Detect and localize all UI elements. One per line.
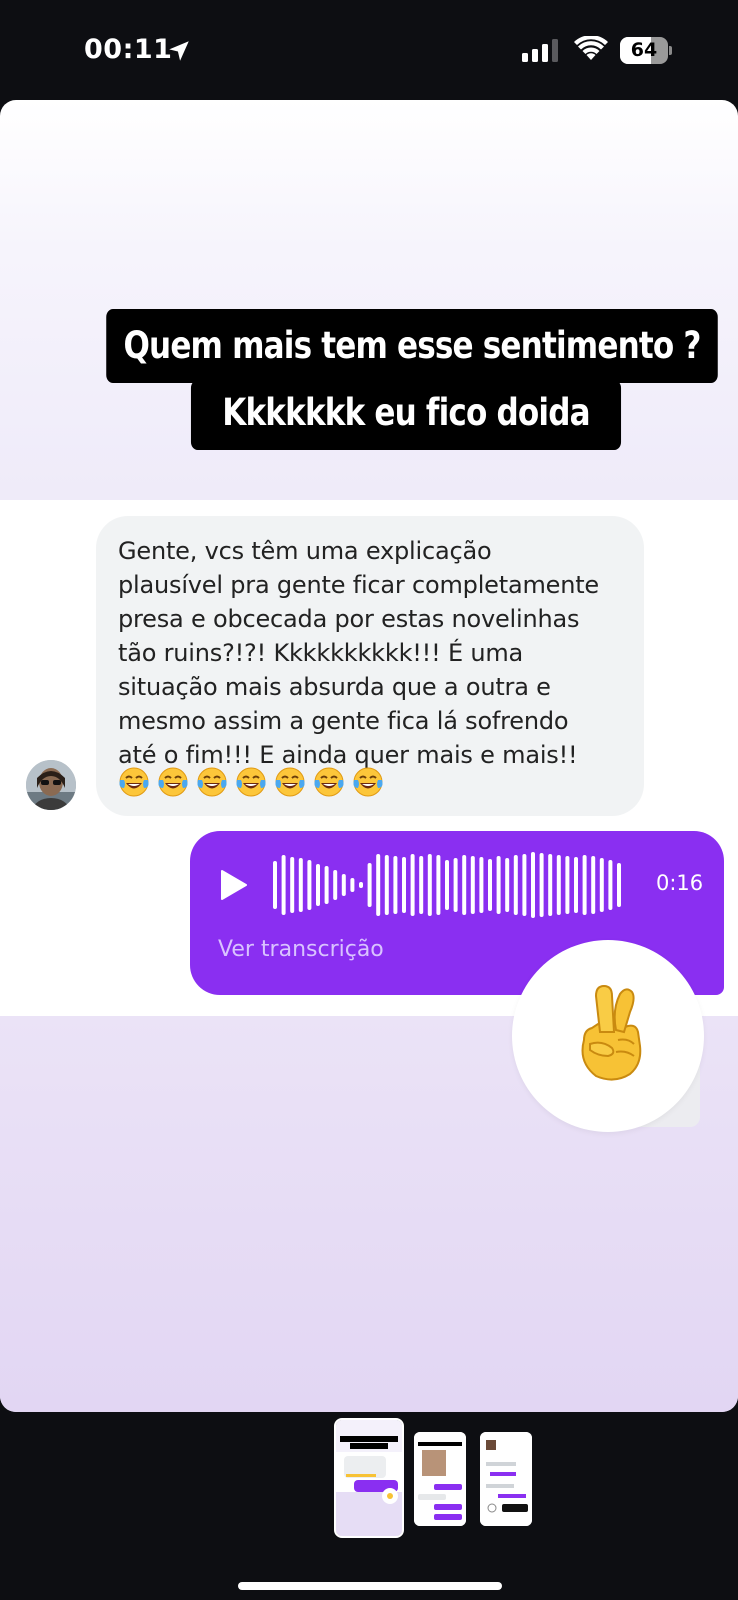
waveform-bar <box>445 860 449 910</box>
story-caption-line-2: Kkkkkkk eu fico doida <box>190 380 622 450</box>
waveform-bar <box>488 859 492 911</box>
waveform-bar <box>513 855 518 915</box>
waveform-bar <box>582 855 587 915</box>
waveform-bar <box>574 857 578 913</box>
laughing-tears-icon <box>314 767 344 797</box>
reaction-badge[interactable] <box>512 940 704 1132</box>
waveform-bar <box>359 882 363 888</box>
incoming-message-bubble[interactable]: Gente, vcs têm uma explicação plausível … <box>96 516 644 816</box>
waveform-bar <box>316 864 320 906</box>
waveform-bar <box>470 856 475 914</box>
laughing-tears-icon <box>158 767 188 797</box>
story-thumbnail-2[interactable] <box>414 1432 466 1526</box>
waveform-bar <box>410 854 415 916</box>
waveform-bar <box>505 858 510 912</box>
waveform-bar <box>462 855 467 915</box>
laughing-tears-icon <box>353 767 383 797</box>
waveform-bar <box>367 863 372 907</box>
waveform-bar <box>281 855 286 915</box>
waveform-bar <box>608 860 613 910</box>
story-caption-line-1: Quem mais tem esse sentimento ? <box>106 309 718 383</box>
story-thumbnail-1[interactable] <box>334 1418 404 1538</box>
laughing-tears-icon <box>275 767 305 797</box>
waveform-bar <box>402 857 406 913</box>
waveform-bar <box>479 857 484 913</box>
wifi-icon <box>574 36 608 60</box>
home-indicator[interactable] <box>238 1582 502 1590</box>
waveform-bar <box>496 856 501 914</box>
laughing-tears-icon <box>236 767 266 797</box>
battery-level: 64 <box>630 39 658 61</box>
waveform-bar <box>565 856 570 914</box>
waveform-bar <box>376 854 381 916</box>
waveform-bar <box>419 856 424 914</box>
waveform-bar <box>599 858 604 912</box>
waveform-bar <box>548 854 553 916</box>
waveform-bar <box>290 857 295 913</box>
waveform-bar <box>436 855 441 915</box>
waveform-bar <box>384 855 389 915</box>
view-transcript-link[interactable]: Ver transcrição <box>218 937 384 962</box>
waveform-bar <box>350 878 355 892</box>
waveform-bar <box>591 856 596 914</box>
waveform-bar <box>427 854 432 916</box>
location-arrow-icon <box>169 41 189 61</box>
battery-icon: 64 <box>620 37 672 64</box>
voice-duration: 0:16 <box>656 871 704 895</box>
story-thumbnail-3[interactable] <box>480 1432 532 1526</box>
waveform-bar <box>341 874 346 896</box>
emoji-row <box>118 766 384 800</box>
story-tray <box>0 1412 738 1600</box>
laughing-tears-icon <box>119 767 149 797</box>
crossed-fingers-icon <box>581 984 642 1081</box>
incoming-message-text: Gente, vcs têm uma explicação plausível … <box>118 537 600 769</box>
waveform-bar <box>393 856 398 914</box>
waveform-bar <box>324 866 329 904</box>
audio-waveform[interactable] <box>272 849 630 921</box>
play-icon[interactable] <box>220 869 248 901</box>
status-bar: 00:11 64 <box>0 0 738 100</box>
waveform-bar <box>539 853 544 917</box>
laughing-tears-icon <box>197 767 227 797</box>
waveform-bar <box>333 870 338 900</box>
waveform-bar <box>453 858 458 912</box>
waveform-bar <box>298 858 303 912</box>
status-time: 00:11 <box>84 34 173 65</box>
waveform-bar <box>307 860 312 910</box>
story-card[interactable]: Quem mais tem esse sentimento ? Kkkkkkk … <box>0 100 738 1412</box>
waveform-bar <box>617 863 621 907</box>
waveform-bar <box>556 855 561 915</box>
waveform-bar <box>531 852 535 918</box>
sender-avatar <box>26 760 76 810</box>
waveform-bar <box>273 861 277 909</box>
cellular-signal-icon <box>522 39 558 62</box>
waveform-bar <box>522 854 527 916</box>
